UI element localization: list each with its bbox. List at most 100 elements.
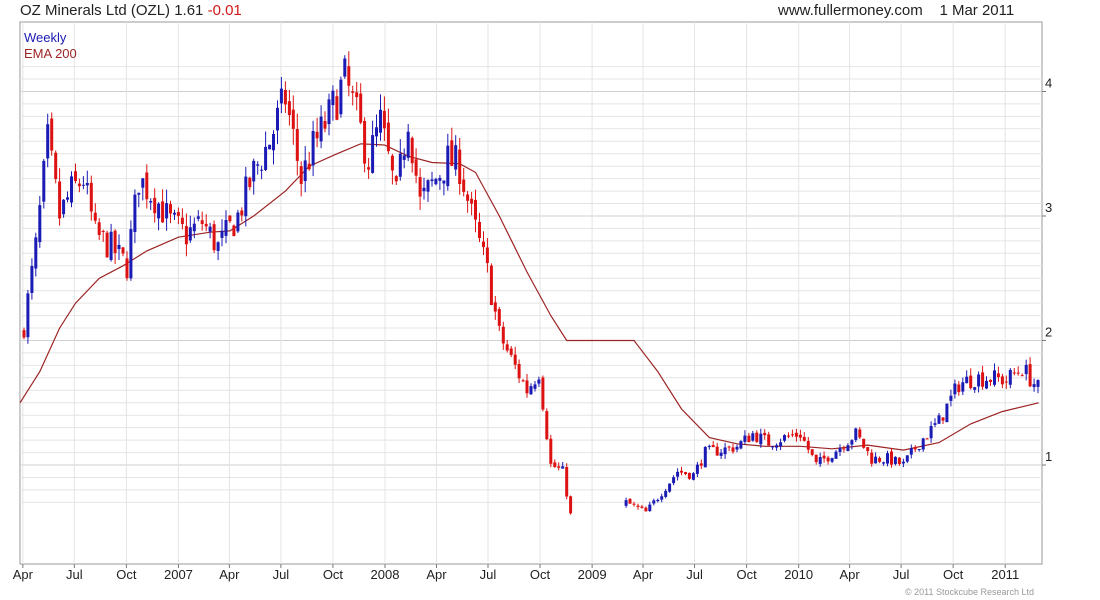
candle-body [343,58,347,77]
candle-body [707,445,711,447]
candle-body [236,212,240,232]
candle-body [422,187,426,192]
candle-body [628,499,632,504]
candle-body [331,90,335,106]
candle-body [200,220,204,224]
candle-body [989,379,992,382]
candle-body [311,131,315,166]
candle-body [339,79,343,115]
candle-body [228,215,232,222]
candle-body [394,176,398,182]
candle-body [1012,372,1016,374]
candle-body [355,92,359,98]
candle-body [58,181,62,219]
candle-body [779,442,783,447]
x-tick-label: Apr [13,567,34,582]
candle-body [66,197,69,200]
candle-body [751,433,755,441]
candle-body [406,131,410,158]
candle-body [153,197,157,214]
candle-body [26,293,30,338]
y-tick-label: 2 [1045,325,1052,340]
candle-body [913,447,917,450]
candle-body [878,458,882,462]
candle-body [905,455,909,462]
x-tick-label: Jul [893,567,910,582]
candle-body [196,216,200,219]
candle-body [363,121,367,164]
candle-body [398,153,402,177]
candle-body [157,203,161,219]
candle-body [893,456,897,464]
candle-body [192,223,196,232]
candle-body [715,446,719,456]
candle-body [874,456,878,464]
candle-body [794,432,798,437]
candle-body [208,226,212,232]
candle-body [149,201,153,203]
candle-body [501,326,505,344]
candle-body [97,222,101,235]
candle-body [113,230,117,254]
candle-body [945,403,949,423]
candle-body [248,177,252,188]
candle-body [965,376,969,384]
candle-body [46,124,50,159]
candle-body [545,411,549,440]
candle-body [169,204,172,214]
candle-body [402,155,406,160]
candle-body [141,178,145,188]
candle-body [125,258,129,279]
candle-body [462,179,466,192]
x-tick-label: Jul [66,567,83,582]
candle-body [509,348,513,355]
x-tick-label: 2011 [991,567,1019,582]
x-tick-label: Apr [426,567,447,582]
candle-body [731,447,735,452]
legend-ema-200: EMA 200 [24,46,77,61]
candle-body [652,500,656,504]
candle-body [371,135,375,173]
candle-body [735,446,739,450]
y-tick-label: 4 [1045,76,1052,91]
candle-body [917,449,921,450]
candle-body [224,220,228,236]
candle-body [454,145,458,170]
candle-body [212,224,216,251]
candle-body [565,467,569,497]
plot-frame [19,21,1043,565]
candle-body [287,101,291,116]
candle-body [830,458,834,462]
candle-body [30,266,34,293]
candle-body [121,247,125,254]
candle-body [969,375,973,389]
candle-body [62,199,66,215]
candle-body [767,434,771,446]
candle-body [117,244,121,250]
candle-body [442,180,446,184]
candle-body [842,448,846,450]
candle-body [640,506,644,508]
candle-body [929,426,933,439]
candle-body [771,446,775,448]
candle-body [54,152,58,179]
x-tick-label: 2007 [164,567,193,582]
candle-body [180,217,184,224]
candle-body [1008,370,1012,385]
candle-body [244,176,248,217]
candle-body [818,457,822,464]
candle-body [687,472,691,479]
candle-body [553,462,557,468]
copyright-note: © 2011 Stockcube Research Ltd [905,587,1035,597]
candle-body [264,146,268,170]
candle-body [1032,384,1036,388]
candle-body [858,429,862,438]
x-tick-label: Jul [480,567,497,582]
candle-body [101,231,105,232]
candle-body [949,395,953,401]
candle-body [204,223,208,227]
x-tick-label: Apr [633,567,654,582]
candle-body [925,438,929,440]
candle-body [319,116,323,142]
candle-body [727,446,731,448]
